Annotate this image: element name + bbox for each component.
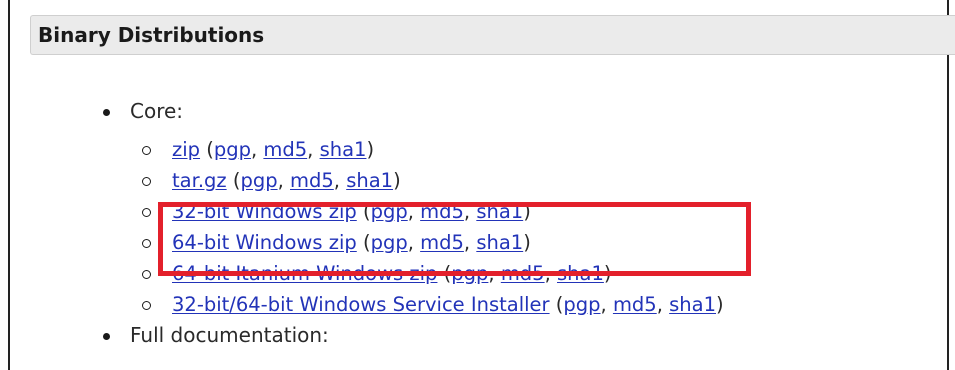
punct-sep: , [544, 262, 557, 285]
list-item-full-documentation: Full documentation: [88, 320, 724, 350]
pgp-link[interactable]: pgp [214, 138, 251, 161]
sha1-link[interactable]: sha1 [346, 169, 393, 192]
punct-open: ( [226, 169, 241, 192]
punct-close: ) [716, 293, 724, 316]
bullet-circle-icon [142, 270, 151, 279]
left-border [8, 0, 10, 370]
core-item-itanium-zip: 64-bit Itanium Windows zip (pgp, md5, sh… [130, 258, 724, 289]
pgp-link[interactable]: pgp [371, 200, 408, 223]
bullet-circle-icon [142, 239, 151, 248]
pgp-link[interactable]: pgp [371, 231, 408, 254]
md5-link[interactable]: md5 [263, 138, 307, 161]
punct-sep: , [488, 262, 501, 285]
right-border [947, 0, 949, 370]
punct-open: ( [356, 231, 371, 254]
punct-sep: , [656, 293, 670, 316]
punct-open: ( [200, 138, 214, 161]
sha1-link[interactable]: sha1 [476, 231, 523, 254]
md5-link[interactable]: md5 [501, 262, 545, 285]
full-documentation-label: Full documentation: [130, 323, 329, 347]
punct-close: ) [393, 169, 401, 192]
sha1-link[interactable]: sha1 [669, 293, 716, 316]
sha1-link[interactable]: sha1 [320, 138, 367, 161]
md5-link[interactable]: md5 [420, 231, 464, 254]
core-item-zip: zip (pgp, md5, sha1) [130, 134, 724, 165]
bullet-circle-icon [142, 208, 151, 217]
section-header: Binary Distributions [30, 15, 955, 55]
sha1-link[interactable]: sha1 [476, 200, 523, 223]
punct-sep: , [307, 138, 320, 161]
punct-open: ( [437, 262, 452, 285]
punct-close: ) [523, 231, 531, 254]
bullet-circle-icon [142, 177, 151, 186]
punct-sep: , [463, 231, 477, 254]
md5-link[interactable]: md5 [613, 293, 657, 316]
download-zip-link[interactable]: zip [172, 138, 200, 161]
core-item-service-installer: 32-bit/64-bit Windows Service Installer … [130, 289, 724, 320]
punct-sep: , [600, 293, 613, 316]
punct-sep: , [250, 138, 264, 161]
distribution-list: Core: zip (pgp, md5, sha1) tar.gz (pgp, … [88, 96, 724, 350]
punct-open: ( [549, 293, 564, 316]
punct-close: ) [366, 138, 375, 161]
download-service-installer-link[interactable]: 32-bit/64-bit Windows Service Installer [172, 293, 550, 316]
bullet-disc-icon [103, 333, 110, 340]
punct-sep: , [333, 169, 347, 192]
page-canvas: Binary Distributions Core: zip (pgp, md5… [0, 0, 955, 370]
punct-close: ) [523, 200, 531, 223]
punct-sep: , [277, 169, 290, 192]
core-label: Core: [130, 99, 184, 123]
md5-link[interactable]: md5 [290, 169, 334, 192]
download-win32-zip-link[interactable]: 32-bit Windows zip [172, 200, 357, 223]
punct-sep: , [463, 200, 477, 223]
section-title: Binary Distributions [38, 23, 265, 47]
md5-link[interactable]: md5 [420, 200, 464, 223]
download-itanium-zip-link[interactable]: 64-bit Itanium Windows zip [172, 262, 437, 285]
pgp-link[interactable]: pgp [240, 169, 277, 192]
punct-sep: , [407, 200, 421, 223]
pgp-link[interactable]: pgp [563, 293, 600, 316]
bullet-circle-icon [142, 146, 151, 155]
bullet-circle-icon [142, 301, 151, 310]
pgp-link[interactable]: pgp [451, 262, 488, 285]
core-sublist: zip (pgp, md5, sha1) tar.gz (pgp, md5, s… [130, 134, 724, 320]
punct-close: ) [603, 262, 612, 285]
download-win64-zip-link[interactable]: 64-bit Windows zip [172, 231, 357, 254]
list-item-core: Core: zip (pgp, md5, sha1) tar.gz (pgp, … [88, 96, 724, 320]
punct-sep: , [407, 231, 421, 254]
bullet-disc-icon [103, 109, 110, 116]
punct-open: ( [356, 200, 371, 223]
download-targz-link[interactable]: tar.gz [172, 169, 227, 192]
core-item-win32-zip: 32-bit Windows zip (pgp, md5, sha1) [130, 196, 724, 227]
sha1-link[interactable]: sha1 [557, 262, 604, 285]
core-item-win64-zip: 64-bit Windows zip (pgp, md5, sha1) [130, 227, 724, 258]
core-item-targz: tar.gz (pgp, md5, sha1) [130, 165, 724, 196]
